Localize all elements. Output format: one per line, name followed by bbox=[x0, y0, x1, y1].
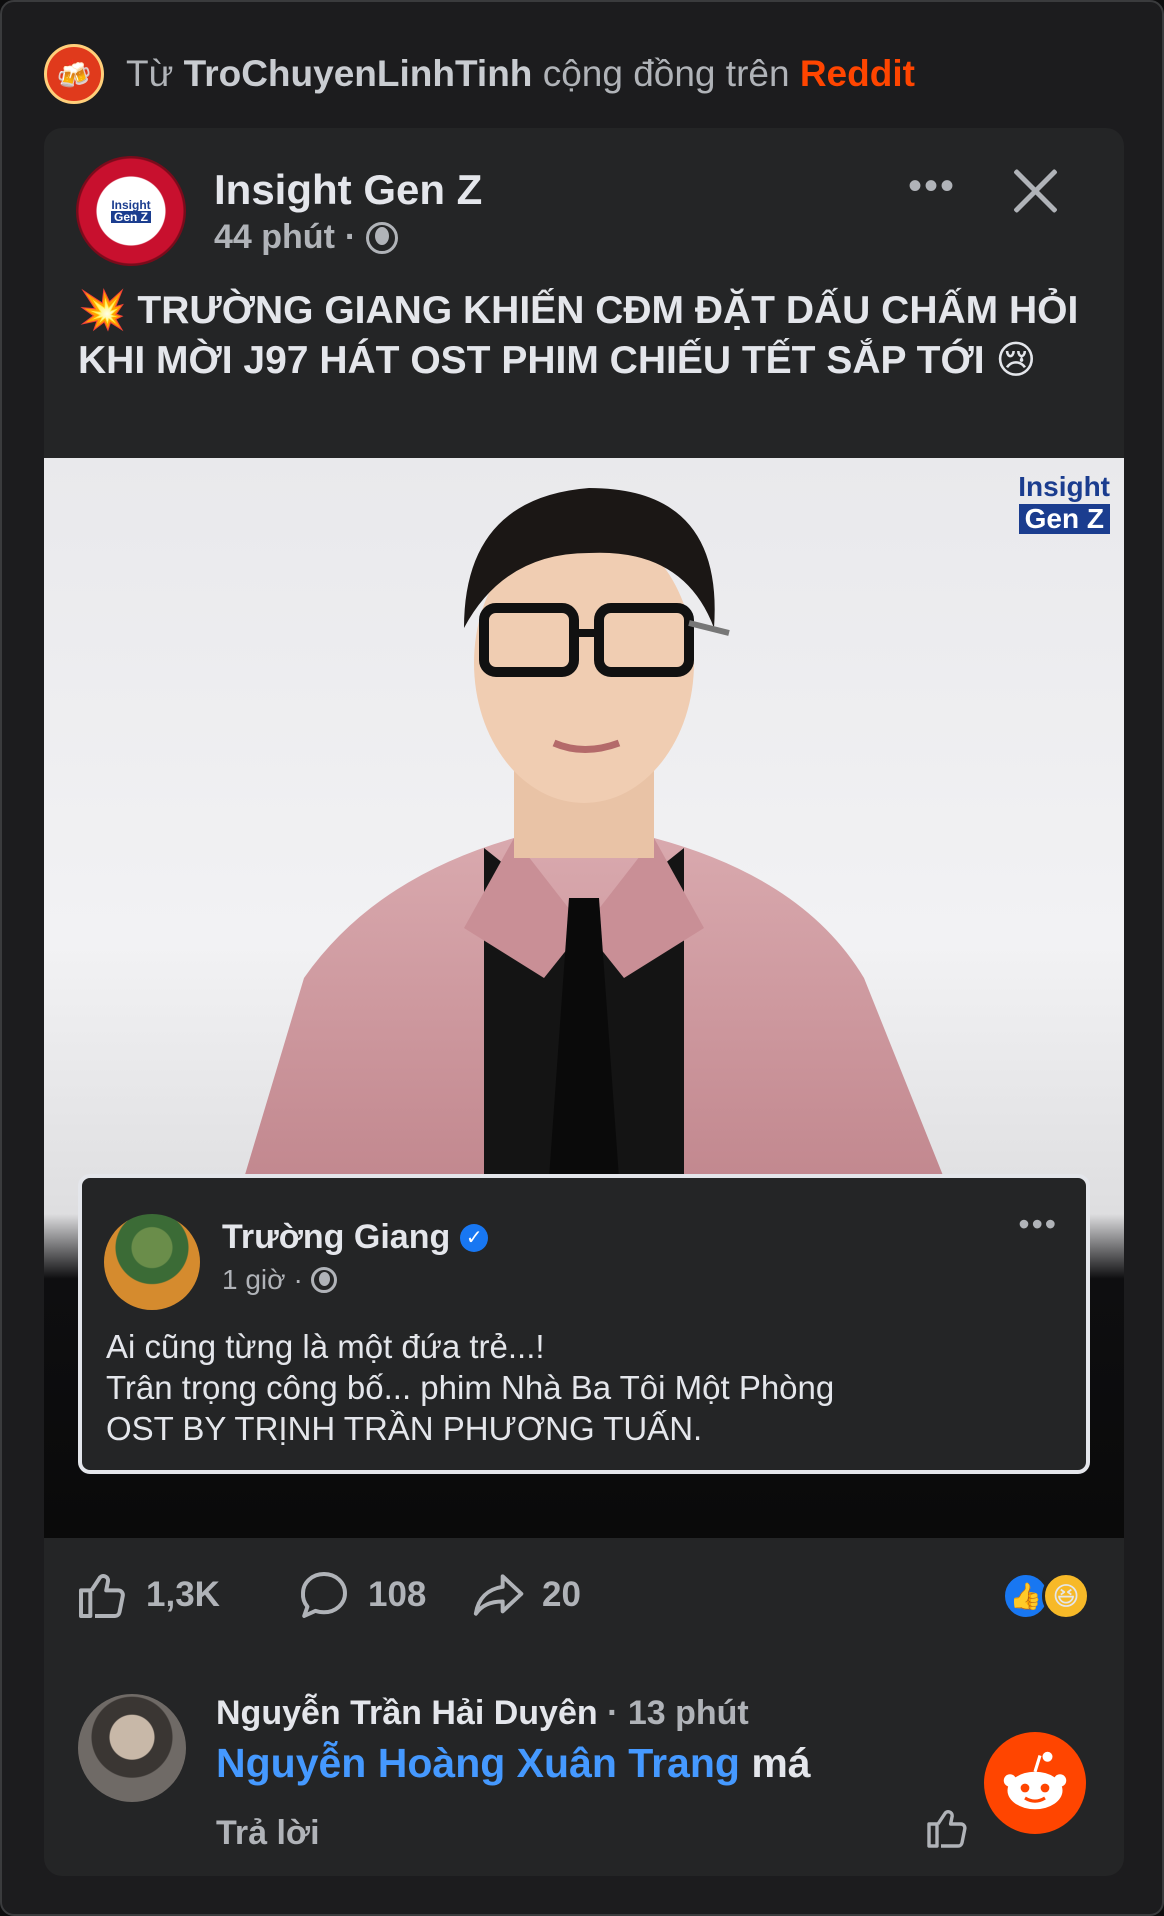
quoted-author: Trường Giang ✓ bbox=[222, 1218, 489, 1257]
quoted-post: Trường Giang ✓ 1 giờ · ••• Ai cũng từng … bbox=[78, 1174, 1090, 1474]
quoted-meta: 1 giờ · bbox=[222, 1264, 337, 1296]
commenter-name[interactable]: Nguyễn Trần Hải Duyên bbox=[216, 1694, 598, 1732]
post-header: Insight Gen Z Insight Gen Z 44 phút · ••… bbox=[76, 156, 1096, 266]
quoted-time: 1 giờ bbox=[222, 1264, 286, 1295]
commenter-avatar[interactable] bbox=[78, 1694, 186, 1802]
quoted-globe-icon bbox=[310, 1267, 337, 1293]
source-text: Từ TroChuyenLinhTinh cộng đồng trên Redd… bbox=[126, 53, 915, 95]
thumbs-up-icon bbox=[79, 1574, 125, 1618]
quoted-more-icon: ••• bbox=[1018, 1206, 1058, 1242]
globe-icon bbox=[366, 221, 399, 254]
comment-text: Nguyễn Hoàng Xuân Trang má bbox=[216, 1740, 811, 1787]
comment-header: Nguyễn Trần Hải Duyên · 13 phút bbox=[216, 1694, 749, 1733]
explosion-emoji: 💥 bbox=[78, 289, 127, 332]
haha-reaction-icon: 😆 bbox=[1042, 1572, 1090, 1620]
comment-time: · 13 phút bbox=[607, 1694, 749, 1732]
quoted-line-2: Trân trọng công bố... phim Nhà Ba Tôi Mộ… bbox=[106, 1369, 835, 1406]
comment-body: má bbox=[751, 1740, 811, 1786]
person-photo bbox=[244, 488, 944, 1178]
post-actions: 1,3K 108 20 👍 😆 bbox=[74, 1560, 1094, 1630]
page-avatar[interactable]: Insight Gen Z bbox=[76, 156, 186, 266]
share-button[interactable]: 20 bbox=[470, 1560, 581, 1630]
share-arrow-icon bbox=[473, 1574, 524, 1616]
like-count: 1,3K bbox=[146, 1575, 220, 1614]
subreddit-avatar[interactable]: 🍻 bbox=[44, 44, 104, 104]
quoted-author-name: Trường Giang bbox=[222, 1218, 451, 1256]
verified-badge-icon: ✓ bbox=[460, 1223, 489, 1252]
quoted-line-1: Ai cũng từng là một đứa trẻ...! bbox=[106, 1328, 545, 1365]
page-avatar-logo: Insight Gen Z bbox=[111, 198, 151, 224]
share-count: 20 bbox=[542, 1575, 581, 1614]
comment-button[interactable]: 108 bbox=[296, 1560, 426, 1630]
post-image[interactable]: Insight Gen Z Trường Giang ✓ 1 giờ · •••… bbox=[44, 458, 1124, 1538]
screenshot-frame: 🍻 Từ TroChuyenLinhTinh cộng đồng trên Re… bbox=[0, 0, 1164, 1916]
close-icon[interactable] bbox=[1010, 166, 1060, 216]
meta-separator: · bbox=[344, 218, 357, 256]
reddit-logo-icon bbox=[984, 1732, 1086, 1834]
quoted-line-3: OST BY TRỊNH TRẦN PHƯƠNG TUẤN. bbox=[106, 1410, 703, 1447]
post-card: Insight Gen Z Insight Gen Z 44 phút · ••… bbox=[44, 128, 1124, 1876]
comment: Nguyễn Trần Hải Duyên · 13 phút Nguyễn H… bbox=[78, 1694, 1090, 1854]
like-button[interactable]: 1,3K bbox=[74, 1560, 220, 1630]
post-meta: 44 phút · bbox=[214, 218, 399, 257]
headline-text: TRƯỜNG GIANG KHIẾN CĐM ĐẶT DẤU CHẤM HỎI … bbox=[78, 289, 1079, 382]
post-time[interactable]: 44 phút bbox=[214, 218, 335, 257]
reaction-summary[interactable]: 👍 😆 bbox=[1002, 1572, 1094, 1622]
insight-genz-watermark: Insight Gen Z bbox=[1018, 471, 1110, 534]
quoted-separator: · bbox=[293, 1264, 303, 1295]
subreddit-name[interactable]: TroChuyenLinhTinh bbox=[184, 53, 533, 94]
comment-bubble-icon bbox=[301, 1572, 347, 1618]
quoted-author-avatar bbox=[104, 1214, 200, 1310]
source-header: 🍻 Từ TroChuyenLinhTinh cộng đồng trên Re… bbox=[44, 44, 1124, 104]
platform-name[interactable]: Reddit bbox=[800, 53, 915, 94]
comment-mention[interactable]: Nguyễn Hoàng Xuân Trang bbox=[216, 1740, 740, 1786]
post-headline: 💥 TRƯỜNG GIANG KHIẾN CĐM ĐẶT DẤU CHẤM HỎ… bbox=[78, 286, 1098, 386]
comment-count: 108 bbox=[368, 1575, 427, 1614]
crying-emoji: 😢 bbox=[995, 339, 1037, 382]
quoted-body: Ai cũng từng là một đứa trẻ...! Trân trọ… bbox=[106, 1326, 1066, 1449]
page-name[interactable]: Insight Gen Z bbox=[214, 166, 482, 214]
source-middle: cộng đồng trên bbox=[542, 53, 790, 94]
comment-like-icon[interactable] bbox=[923, 1804, 971, 1852]
source-prefix: Từ bbox=[126, 53, 174, 94]
more-options-icon[interactable]: ••• bbox=[908, 166, 968, 216]
reply-button[interactable]: Trả lời bbox=[216, 1814, 320, 1853]
